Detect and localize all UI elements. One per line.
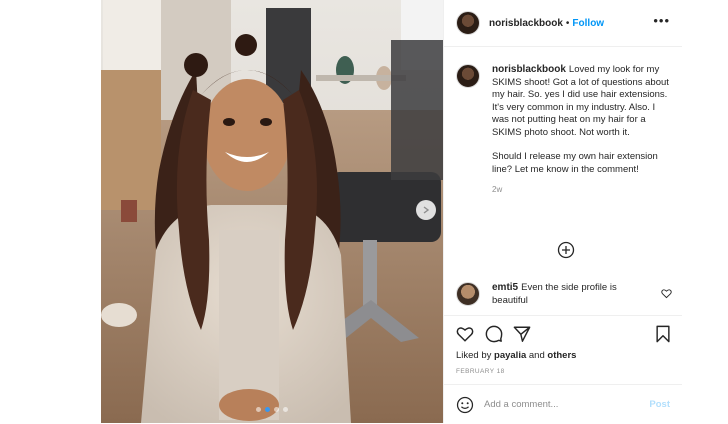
post-sidebar: norisblackbook • Follow ••• norisblackbo… — [443, 0, 682, 423]
comment-icon[interactable] — [485, 325, 503, 343]
carousel-indicators — [101, 407, 443, 412]
add-comment-bar: Post — [444, 384, 682, 424]
carousel-dot-active — [265, 407, 270, 412]
caption-avatar[interactable] — [456, 64, 480, 88]
carousel-dot — [274, 407, 279, 412]
comment-item: emti5 Even the side profile is beautiful — [456, 282, 671, 307]
header-username[interactable]: norisblackbook — [489, 18, 563, 29]
post-header: norisblackbook • Follow ••• — [444, 0, 682, 47]
liked-and: and — [528, 350, 545, 361]
share-icon[interactable] — [513, 325, 531, 343]
post-date[interactable]: FEBRUARY 18 — [456, 368, 505, 375]
carousel-dot — [256, 407, 261, 412]
instagram-post: norisblackbook • Follow ••• norisblackbo… — [101, 0, 682, 423]
follow-button[interactable]: Follow — [572, 18, 604, 29]
caption-timestamp[interactable]: 2w — [492, 184, 671, 197]
liked-user-link[interactable]: payalia — [494, 350, 526, 361]
photo-illustration — [101, 0, 443, 423]
caption: norisblackbook Loved my look for my SKIMS… — [456, 64, 671, 197]
post-actions: Liked by payalia and others FEBRUARY 18 — [444, 315, 682, 386]
comment-body: emti5 Even the side profile is beautiful — [492, 282, 650, 307]
avatar[interactable] — [456, 11, 480, 35]
liked-others-link[interactable]: others — [547, 350, 576, 361]
header-separator: • — [565, 17, 570, 29]
comment-avatar[interactable] — [456, 282, 480, 306]
liked-prefix: Liked by — [456, 350, 492, 361]
caption-body: norisblackbook Loved my look for my SKIMS… — [492, 64, 671, 197]
carousel-dot — [283, 407, 288, 412]
liked-by-text: Liked by payalia and others — [456, 350, 576, 361]
caption-paragraph: norisblackbook Loved my look for my SKIMS… — [492, 64, 671, 139]
caption-text: Loved my look for my SKIMS shoot! Got a … — [492, 64, 669, 138]
post-comment-button[interactable]: Post — [649, 399, 670, 410]
comment-username[interactable]: emti5 — [492, 282, 518, 293]
load-more-comments-button[interactable] — [557, 241, 575, 259]
caption-text-2: Should I release my own hair extension l… — [492, 151, 658, 175]
chevron-right-icon — [423, 206, 430, 214]
plus-circle-icon — [557, 241, 575, 259]
like-comment-heart-icon[interactable] — [661, 288, 672, 299]
more-options-icon[interactable]: ••• — [653, 14, 670, 27]
caption-username[interactable]: norisblackbook — [492, 64, 566, 75]
next-slide-button[interactable] — [416, 200, 436, 220]
post-photo[interactable] — [101, 0, 443, 423]
bookmark-icon[interactable] — [654, 325, 672, 343]
emoji-icon[interactable] — [456, 396, 474, 414]
comment-input[interactable] — [484, 399, 634, 410]
heart-icon[interactable] — [456, 325, 474, 343]
